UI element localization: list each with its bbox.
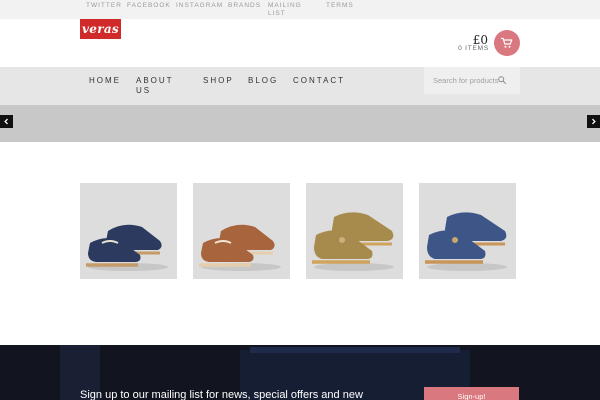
nav-item-blog[interactable]: Blog bbox=[248, 76, 278, 86]
page: Twitter Facebook Instagram Brands Mailin… bbox=[0, 0, 600, 400]
shoe-image bbox=[199, 224, 281, 271]
topbar-link-terms[interactable]: Terms bbox=[326, 2, 354, 10]
cart-item-count[interactable]: 0 ITEMS bbox=[458, 45, 489, 52]
search-icon[interactable] bbox=[498, 76, 506, 84]
logo-text: veras bbox=[82, 22, 119, 36]
topbar-link-facebook[interactable]: Facebook bbox=[127, 2, 171, 10]
shoe-image bbox=[86, 224, 168, 271]
nav-item-contact[interactable]: Contact bbox=[293, 76, 345, 86]
topbar-link-mailing-list[interactable]: Mailing List bbox=[268, 2, 304, 17]
top-utility-bar: Twitter Facebook Instagram Brands Mailin… bbox=[0, 0, 600, 19]
product-card[interactable] bbox=[419, 183, 516, 279]
signup-button[interactable]: Sign-up! bbox=[424, 387, 519, 400]
shopping-cart-icon bbox=[501, 37, 513, 48]
product-card[interactable] bbox=[80, 183, 177, 279]
chevron-left-icon bbox=[4, 118, 8, 125]
nav-item-home[interactable]: Home bbox=[89, 76, 121, 86]
nav-item-about-us[interactable]: About Us bbox=[136, 76, 188, 96]
newsletter-section: Sign up to our mailing list for news, sp… bbox=[0, 345, 600, 400]
shoe-image bbox=[312, 212, 394, 271]
topbar-link-brands[interactable]: Brands bbox=[228, 2, 261, 10]
logo[interactable]: veras bbox=[80, 19, 121, 39]
cart-button[interactable] bbox=[494, 30, 520, 56]
chevron-right-icon bbox=[592, 118, 596, 125]
slider-next-button[interactable] bbox=[587, 115, 600, 128]
slider-prev-button[interactable] bbox=[0, 115, 13, 128]
topbar-link-instagram[interactable]: Instagram bbox=[176, 2, 223, 10]
topbar-link-twitter[interactable]: Twitter bbox=[86, 2, 122, 10]
shoe-image bbox=[425, 212, 507, 271]
nav-item-shop[interactable]: Shop bbox=[203, 76, 234, 86]
hero-slider bbox=[0, 105, 600, 142]
main-navigation: Home About Us Shop Blog Contact bbox=[0, 67, 600, 105]
signup-text: Sign up to our mailing list for news, sp… bbox=[80, 389, 363, 400]
product-card[interactable] bbox=[306, 183, 403, 279]
product-card[interactable] bbox=[193, 183, 290, 279]
